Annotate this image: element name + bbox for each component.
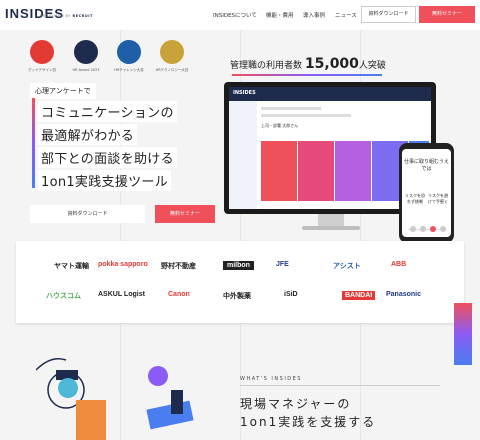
client-logo: milbon (223, 261, 254, 270)
hr-technology-award-icon (160, 40, 184, 64)
client-logos-panel: ヤマト運輸 pokka sapporo 野村不動産 milbon JFE アシス… (16, 241, 464, 323)
hero-headline-line: 最適解がわかる (38, 124, 138, 145)
smartphone-mockup: 仕事に取り組むうえでは リスクを恐れず挑戦 リスクを避けて手堅く (399, 143, 454, 243)
app-subordinate-name: 上司・部署 太郎さん (261, 123, 299, 128)
section-divider (240, 385, 440, 386)
client-logo: 野村不動産 (161, 263, 196, 270)
hero-seminar-button[interactable]: 無料セミナー (155, 205, 215, 223)
survey-scale-dot (410, 226, 416, 232)
section-title: 1on1実践を支援する (240, 415, 377, 429)
client-logo: JFE (276, 261, 289, 268)
user-count-underline (232, 74, 382, 76)
result-column (335, 141, 371, 201)
client-logo: Canon (168, 291, 190, 298)
result-column (298, 141, 334, 201)
result-column (261, 141, 297, 201)
client-logo: アシスト (333, 263, 361, 270)
nav-cases[interactable]: 導入事例 (303, 11, 325, 19)
header-seminar-button[interactable]: 無料セミナー (419, 6, 475, 23)
user-count: 管理職の利用者数 15,000人突破 (230, 56, 386, 72)
survey-option-left: リスクを恐れず挑戦 (405, 193, 425, 204)
award-caption: グッドデザイン賞 (28, 68, 56, 72)
monitor-stand-base (302, 226, 360, 230)
survey-scale-dot (430, 226, 436, 232)
nav-news[interactable]: ニュース (335, 11, 357, 19)
app-text-row (261, 107, 321, 110)
phone-screen: 仕事に取り組むうえでは リスクを恐れず挑戦 リスクを避けて手堅く (402, 149, 451, 237)
logo-subtitle: PRODUCED BY RECRUIT (40, 14, 93, 18)
hr-award-icon (74, 40, 98, 64)
survey-scale-dot (420, 226, 426, 232)
decorative-gradient-bar (454, 303, 472, 365)
hero-accent-bar (32, 98, 35, 188)
nav-about[interactable]: INSIDESについて (213, 11, 257, 19)
survey-option-right: リスクを避けて手堅く (428, 193, 448, 204)
hero-download-button[interactable]: 資料ダウンロード (30, 205, 145, 223)
hr-challenge-award-icon (117, 40, 141, 64)
survey-scale-dot (440, 226, 446, 232)
client-logo: Panasonic (386, 291, 422, 298)
client-logo: ASKUL Logist (98, 291, 145, 298)
good-design-award-icon (30, 40, 54, 64)
client-logo: pokka sapporo (98, 261, 148, 268)
meeting-illustration (36, 358, 194, 440)
app-header: INSIDES (229, 87, 431, 101)
client-logo: 中外製薬 (223, 293, 251, 300)
app-text-row (261, 114, 351, 117)
nav-features[interactable]: 機能・費用 (266, 11, 294, 19)
survey-label: 心理アンケートで (30, 83, 96, 99)
hero-headline-line: 1on1実践支援ツール (38, 170, 172, 191)
app-sidebar (229, 101, 257, 209)
hero-headline-line: 部下との面談を助ける (38, 147, 177, 168)
award-caption: HRテクノロジー大賞 (155, 68, 189, 72)
client-logo: BANDAI (342, 291, 376, 300)
header-download-button[interactable]: 資料ダウンロード (361, 6, 416, 23)
client-logo: ヤマト運輸 (54, 263, 89, 270)
client-logo: iSiD (284, 291, 298, 298)
award-caption: HRチャレンジ大賞 (114, 68, 144, 72)
award-caption: HR Award 2023 (72, 68, 100, 72)
client-logo: ハウスコム (46, 293, 81, 300)
section-eyebrow: WHAT'S INSIDES (240, 376, 302, 382)
hero-headline-line: コミュニケーションの (38, 101, 177, 122)
client-logo: ABB (391, 261, 407, 268)
survey-question: 仕事に取り組むうえでは (403, 159, 449, 172)
app-logo: INSIDES (233, 90, 256, 96)
section-title: 現場マネジャーの (240, 397, 352, 411)
site-header: INSIDES PRODUCED BY RECRUIT INSIDESについて … (0, 0, 480, 30)
